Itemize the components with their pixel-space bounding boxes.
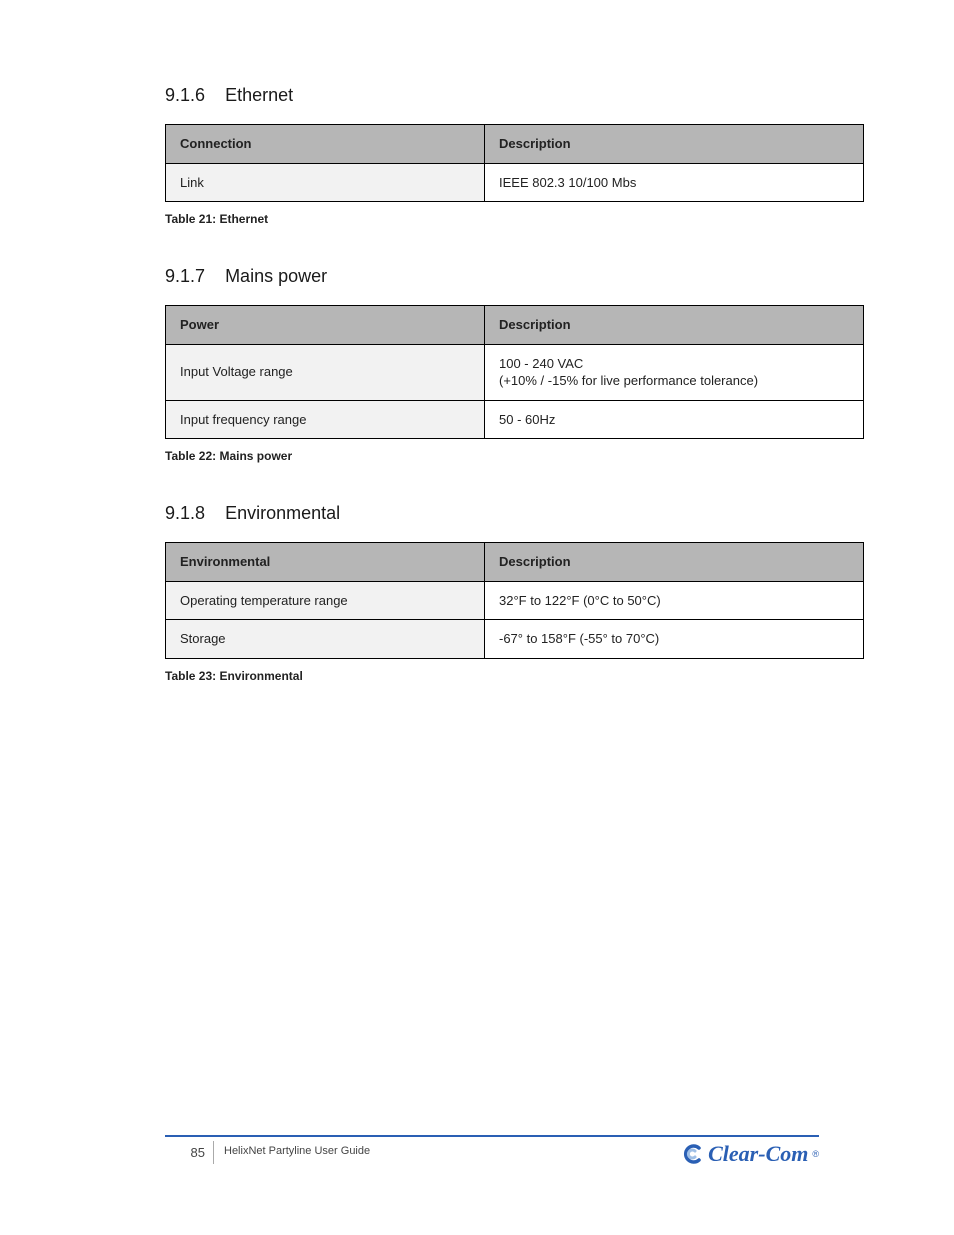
section-number: 9.1.6 bbox=[165, 85, 205, 105]
table-header-left: Power bbox=[166, 306, 485, 345]
table-header-right: Description bbox=[485, 306, 864, 345]
section-title: Mains power bbox=[225, 266, 327, 286]
footer-rule bbox=[165, 1135, 819, 1137]
section-number: 9.1.7 bbox=[165, 266, 205, 286]
footer-bar: 85 HelixNet Partyline User Guide Clear-C… bbox=[165, 1141, 819, 1167]
table-row: Storage -67° to 158°F (-55° to 70°C) bbox=[166, 620, 864, 659]
table-header-left: Connection bbox=[166, 125, 485, 164]
page-number: 85 bbox=[165, 1141, 214, 1164]
cell-label: Operating temperature range bbox=[166, 581, 485, 620]
brand-icon bbox=[682, 1143, 704, 1165]
cell-value: IEEE 802.3 10/100 Mbs bbox=[485, 163, 864, 202]
table-caption: Table 23: Environmental bbox=[165, 669, 864, 683]
section-title: Environmental bbox=[225, 503, 340, 523]
cell-value: 50 - 60Hz bbox=[485, 400, 864, 439]
table-header-right: Description bbox=[485, 125, 864, 164]
section-heading-environmental: 9.1.8 Environmental bbox=[165, 503, 864, 524]
table-header-left: Environmental bbox=[166, 543, 485, 582]
section-number: 9.1.8 bbox=[165, 503, 205, 523]
cell-label: Input Voltage range bbox=[166, 344, 485, 400]
cell-value: -67° to 158°F (-55° to 70°C) bbox=[485, 620, 864, 659]
table-row: Input Voltage range 100 - 240 VAC (+10% … bbox=[166, 344, 864, 400]
table-row: Input frequency range 50 - 60Hz bbox=[166, 400, 864, 439]
cell-label: Input frequency range bbox=[166, 400, 485, 439]
table-row: Link IEEE 802.3 10/100 Mbs bbox=[166, 163, 864, 202]
cell-label: Storage bbox=[166, 620, 485, 659]
table-caption: Table 21: Ethernet bbox=[165, 212, 864, 226]
cell-label: Link bbox=[166, 163, 485, 202]
brand-name: Clear-Com bbox=[708, 1141, 808, 1167]
section-title: Ethernet bbox=[225, 85, 293, 105]
section-heading-ethernet: 9.1.6 Ethernet bbox=[165, 85, 864, 106]
table-mains-power: Power Description Input Voltage range 10… bbox=[165, 305, 864, 439]
footer-doc-title: HelixNet Partyline User Guide bbox=[214, 1141, 370, 1158]
table-header-right: Description bbox=[485, 543, 864, 582]
page-footer: 85 HelixNet Partyline User Guide Clear-C… bbox=[0, 1135, 954, 1167]
page: 9.1.6 Ethernet Connection Description Li… bbox=[0, 0, 954, 1235]
table-row: Operating temperature range 32°F to 122°… bbox=[166, 581, 864, 620]
cell-value: 100 - 240 VAC (+10% / -15% for live perf… bbox=[485, 344, 864, 400]
table-ethernet: Connection Description Link IEEE 802.3 1… bbox=[165, 124, 864, 202]
table-environmental: Environmental Description Operating temp… bbox=[165, 542, 864, 659]
brand-logo: Clear-Com ® bbox=[682, 1141, 819, 1167]
table-caption: Table 22: Mains power bbox=[165, 449, 864, 463]
section-heading-mains-power: 9.1.7 Mains power bbox=[165, 266, 864, 287]
cell-value: 32°F to 122°F (0°C to 50°C) bbox=[485, 581, 864, 620]
registered-mark: ® bbox=[812, 1149, 819, 1159]
